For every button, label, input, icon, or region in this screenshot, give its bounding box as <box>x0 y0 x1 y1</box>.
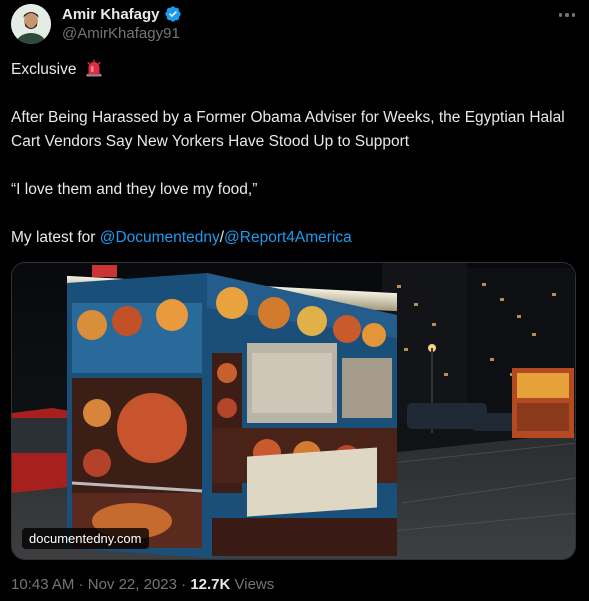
tweet-time[interactable]: 10:43 AM <box>11 576 74 593</box>
tweet-date[interactable]: Nov 22, 2023 <box>88 576 177 593</box>
avatar-photo-icon <box>11 4 51 44</box>
mention-documentedny[interactable]: @Documentedny <box>100 229 220 246</box>
halal-cart-photo <box>12 263 575 559</box>
tweet-body: After Being Harassed by a Former Obama A… <box>11 109 565 150</box>
tweet-latest-line: My latest for @Documentedny/@Report4Amer… <box>11 226 352 250</box>
views-count[interactable]: 12.7K <box>190 576 230 593</box>
author-handle[interactable]: @AmirKhafagy91 <box>62 25 180 42</box>
verified-badge-icon <box>164 6 181 22</box>
more-options-icon[interactable] <box>558 6 575 24</box>
tweet: Amir Khafagy @AmirKhafagy91 Exclusive Af… <box>0 0 589 601</box>
meta-dot: · <box>74 576 88 593</box>
tweet-meta: 10:43 AM · Nov 22, 2023 · 12.7K Views <box>11 576 274 593</box>
latest-prefix: My latest for <box>11 229 100 246</box>
views-label: Views <box>230 576 275 593</box>
tweet-quote: “I love them and they love my food,” <box>11 181 258 198</box>
tweet-line-exclusive: Exclusive <box>11 58 103 82</box>
media-card[interactable]: documentedny.com <box>11 262 576 560</box>
media-source-label: documentedny.com <box>22 528 149 549</box>
avatar[interactable] <box>11 4 51 44</box>
display-name[interactable]: Amir Khafagy <box>62 6 160 23</box>
exclusive-text: Exclusive <box>11 61 77 78</box>
rotating-light-emoji-icon <box>86 59 102 77</box>
mention-report4america[interactable]: @Report4America <box>224 229 352 246</box>
author-name-row[interactable]: Amir Khafagy <box>62 5 182 23</box>
meta-dot-2: · <box>176 576 191 593</box>
